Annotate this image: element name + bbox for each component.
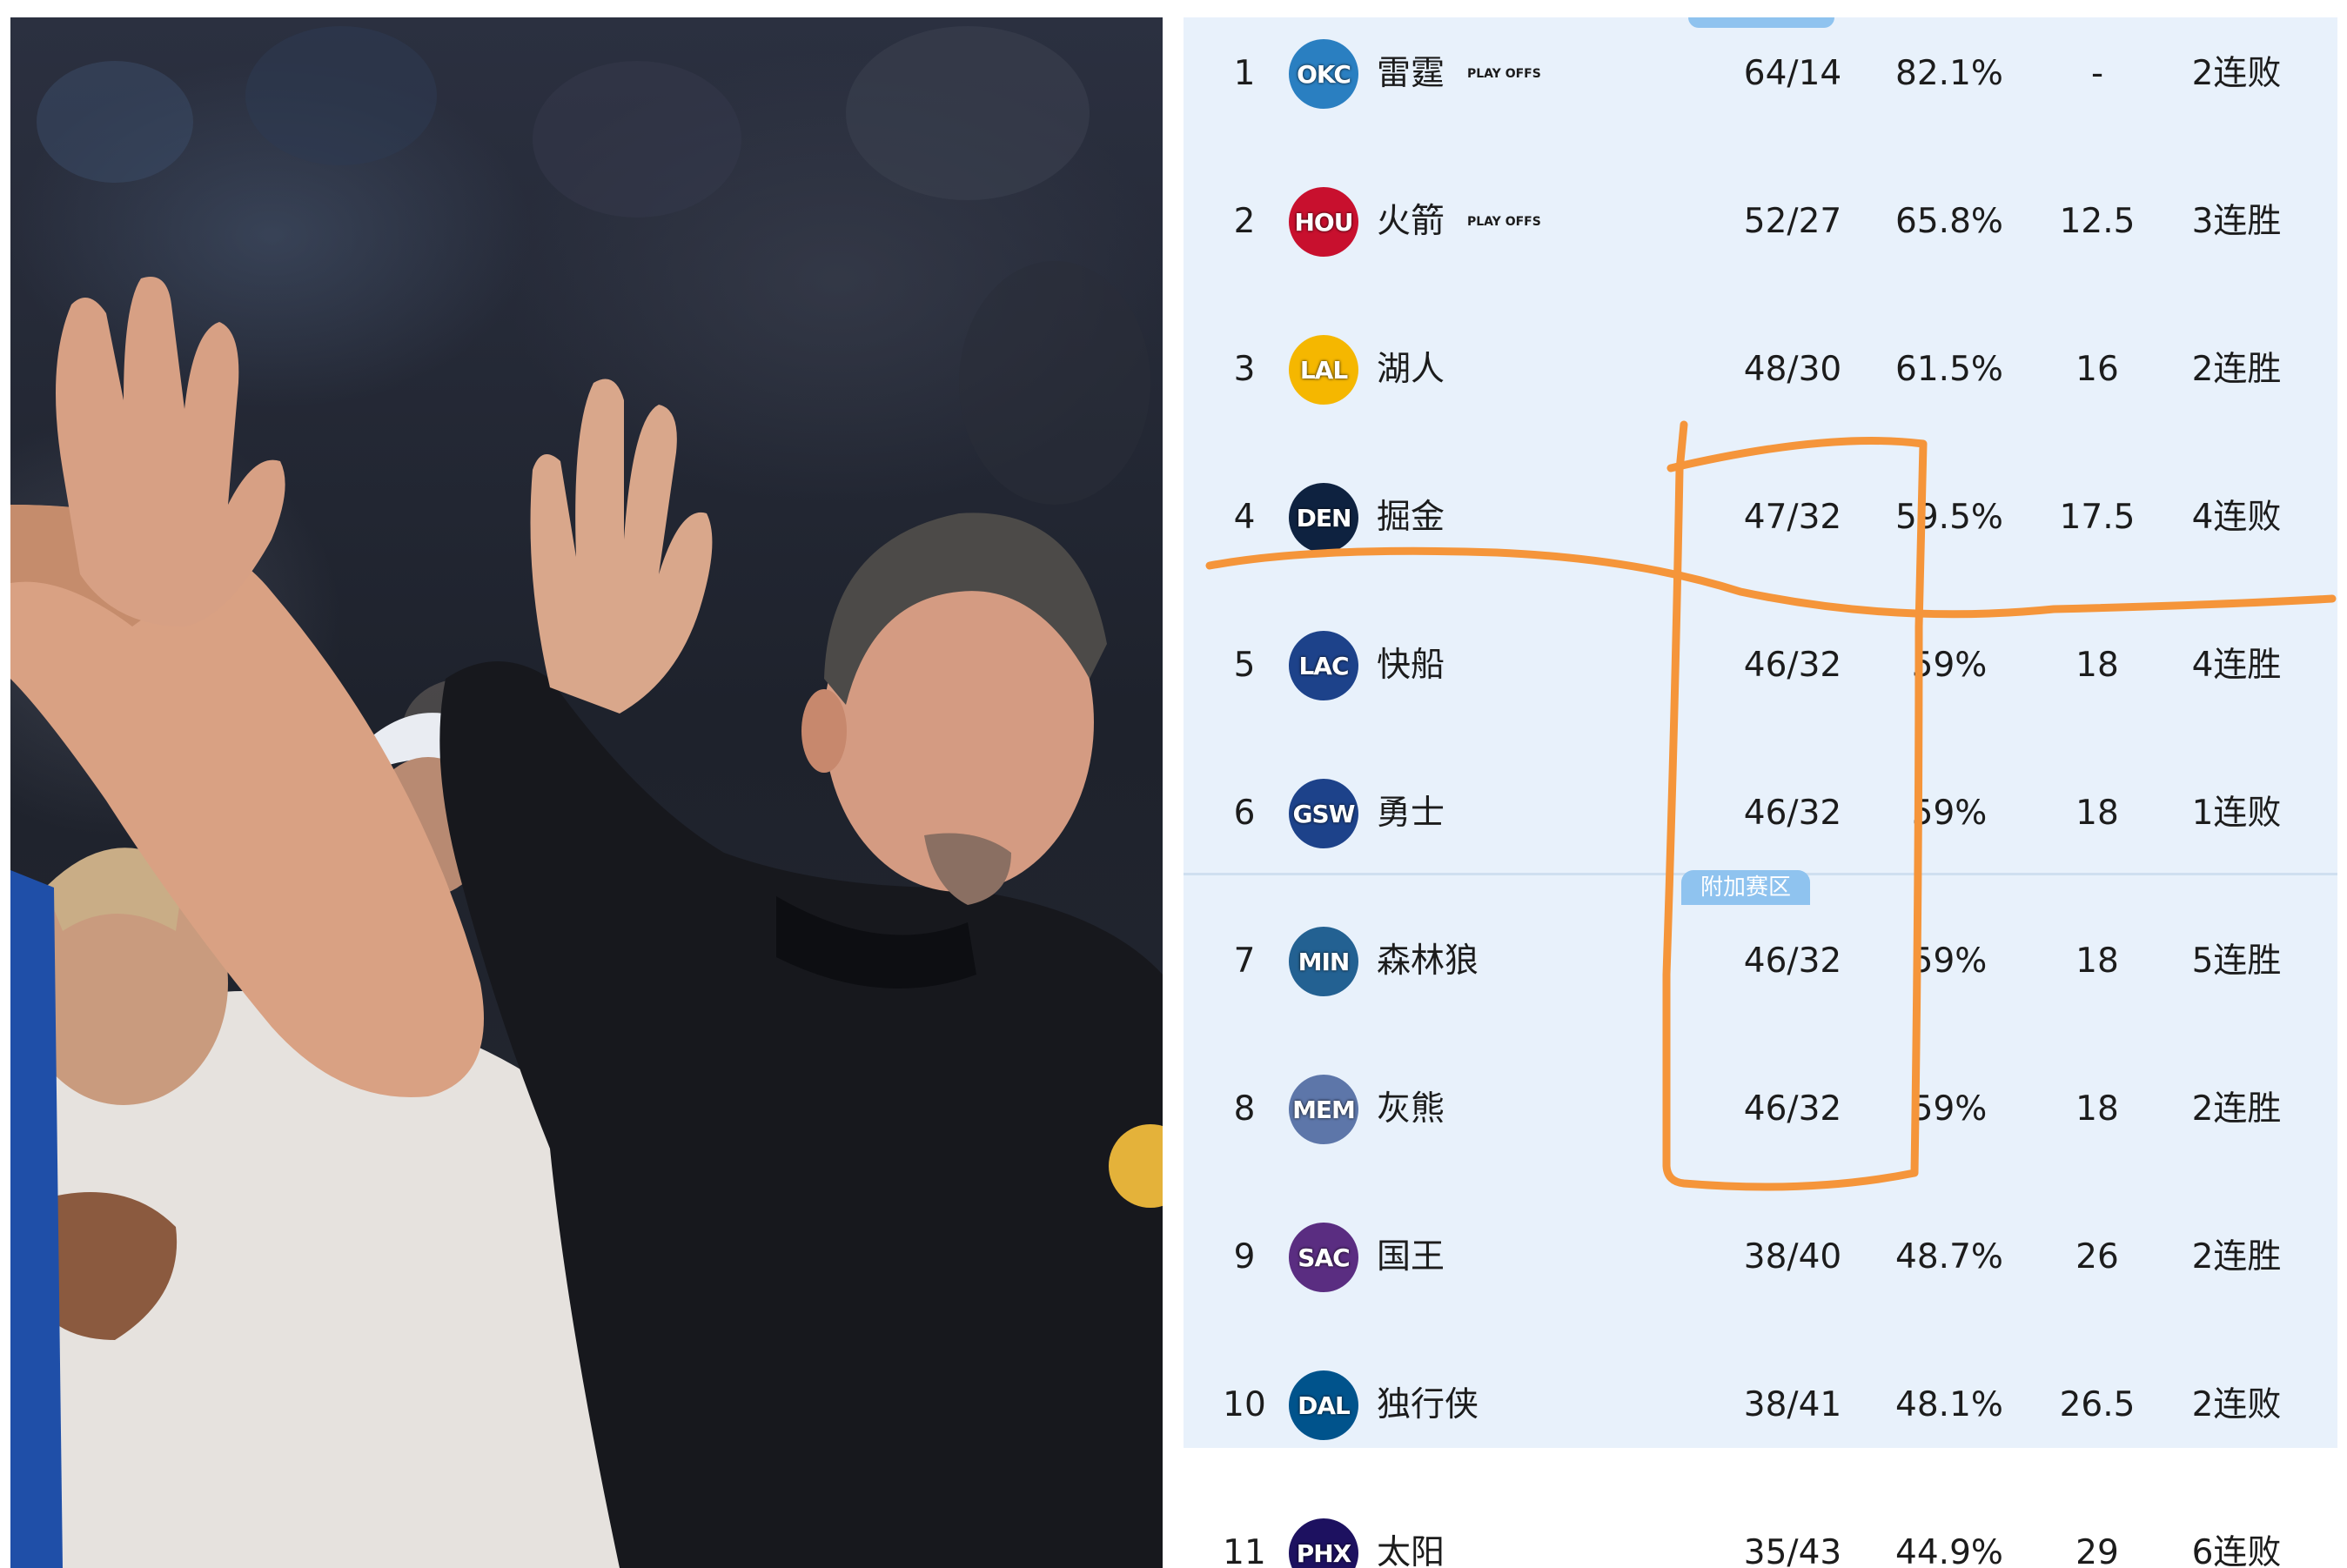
team-logo-icon: LAL — [1289, 335, 1358, 405]
team-rank: 2 — [1233, 202, 1256, 241]
team-logo-icon: MEM — [1289, 1075, 1358, 1144]
team-row[interactable]: 2 HOU 火箭 PLAY OFFS 52/27 65.8% 12.5 3连胜 — [1184, 148, 2337, 296]
team-streak: 3连胜 — [2191, 202, 2282, 241]
team-streak: 4连败 — [2191, 498, 2282, 537]
coach-photo — [10, 17, 1163, 1568]
team-logo-icon: HOU — [1289, 187, 1358, 257]
team-record: 48/30 — [1743, 350, 1842, 389]
team-row[interactable]: 9 SAC 国王 38/40 48.7% 26 2连胜 — [1184, 1183, 2337, 1331]
team-rank: 1 — [1233, 54, 1256, 93]
team-streak: 2连败 — [2191, 1385, 2282, 1424]
team-logo-icon: OKC — [1289, 39, 1358, 109]
team-record: 46/32 — [1743, 646, 1842, 685]
team-logo-icon: LAC — [1289, 631, 1358, 700]
team-name: 国王 — [1377, 1237, 1445, 1277]
team-streak: 5连胜 — [2191, 941, 2282, 981]
team-streak: 4连胜 — [2191, 646, 2282, 685]
western-conference-standings: 附加赛区 1 OKC 雷霆 PLAY OFFS 64/14 82.1% -2连败 2 HOU 火箭… — [1184, 17, 2337, 1568]
team-name: 灰熊 — [1377, 1089, 1445, 1129]
team-rank: 7 — [1233, 941, 1256, 981]
team-streak: 1连败 — [2191, 794, 2282, 833]
team-row[interactable]: 4 DEN 掘金 47/32 59.5% 17.5 4连败 — [1184, 444, 2337, 592]
team-logo-icon: SAC — [1289, 1223, 1358, 1292]
team-logo-icon: GSW — [1289, 779, 1358, 848]
team-rank: 9 — [1233, 1237, 1256, 1277]
team-rank: 4 — [1233, 498, 1256, 537]
team-streak: 2连胜 — [2191, 1237, 2282, 1277]
team-name: 雷霆 — [1377, 54, 1445, 93]
team-streak: 2连败 — [2191, 54, 2282, 93]
team-rank: 5 — [1233, 646, 1256, 685]
team-record: 46/32 — [1743, 941, 1842, 981]
team-row[interactable]: 6 GSW 勇士 46/32 59% 18 1连败 — [1184, 740, 2337, 888]
team-name: 火箭 — [1377, 202, 1445, 241]
team-record: 46/32 — [1743, 794, 1842, 833]
team-row[interactable]: 10 DAL 独行侠 38/41 48.1% 26.5 2连败 — [1184, 1331, 2337, 1479]
team-row[interactable]: 11 PHX 太阳 35/43 44.9% 29 6连败 — [1184, 1479, 2337, 1568]
team-name: 快船 — [1377, 646, 1445, 685]
team-record: 47/32 — [1743, 498, 1842, 537]
playoff-clinched-badge: PLAY OFFS — [1467, 215, 1541, 229]
team-record: 35/43 — [1743, 1533, 1842, 1568]
team-name: 掘金 — [1377, 498, 1445, 537]
team-streak: 2连胜 — [2191, 1089, 2282, 1129]
team-streak: 6连败 — [2191, 1533, 2282, 1568]
team-rank: 10 — [1223, 1385, 1266, 1424]
team-row[interactable]: 7 MIN 森林狼 46/32 59% 18 5连胜 — [1184, 888, 2337, 1035]
team-record: 64/14 — [1743, 54, 1842, 93]
team-rank: 6 — [1233, 794, 1256, 833]
team-row[interactable]: 5 LAC 快船 46/32 59% 18 4连胜 — [1184, 592, 2337, 740]
team-record: 38/41 — [1743, 1385, 1842, 1424]
team-name: 太阳 — [1377, 1533, 1445, 1568]
team-record: 52/27 — [1743, 202, 1842, 241]
team-rank: 8 — [1233, 1089, 1256, 1129]
team-record: 38/40 — [1743, 1237, 1842, 1277]
team-row[interactable]: 8 MEM 灰熊 46/32 59% 18 2连胜 — [1184, 1035, 2337, 1183]
team-logo-icon: DEN — [1289, 483, 1358, 553]
team-row[interactable]: 3 LAL 湖人 48/30 61.5% 16 2连胜 — [1184, 296, 2337, 444]
team-logo-icon: DAL — [1289, 1370, 1358, 1440]
team-logo-icon: MIN — [1289, 927, 1358, 996]
team-record: 46/32 — [1743, 1089, 1842, 1129]
team-logo-icon: PHX — [1289, 1518, 1358, 1568]
team-name: 湖人 — [1377, 350, 1445, 389]
team-name: 勇士 — [1377, 794, 1445, 833]
team-streak: 2连胜 — [2191, 350, 2282, 389]
team-rank: 3 — [1233, 350, 1256, 389]
team-row[interactable]: 1 OKC 雷霆 PLAY OFFS 64/14 82.1% -2连败 — [1184, 17, 2337, 148]
team-name: 森林狼 — [1377, 941, 1479, 981]
team-name: 独行侠 — [1377, 1385, 1479, 1424]
team-rank: 11 — [1223, 1533, 1266, 1568]
playoff-clinched-badge: PLAY OFFS — [1467, 67, 1541, 81]
